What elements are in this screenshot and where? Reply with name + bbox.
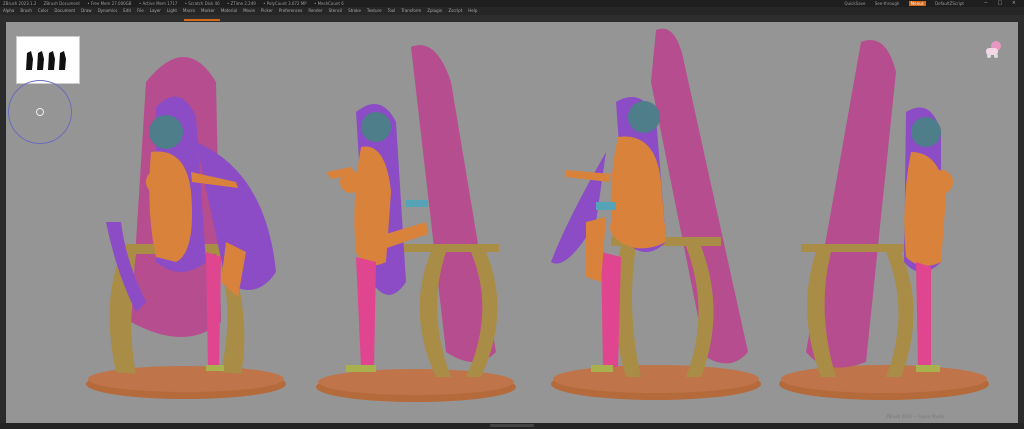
figure-side (316, 45, 516, 402)
head-1 (149, 115, 183, 149)
right-shelf[interactable] (1018, 22, 1024, 423)
default-zscript-button[interactable]: DefaultZScript (935, 1, 964, 6)
stat-active-mem: • Active Mem 1717 (138, 1, 178, 6)
bottom-shelf[interactable] (0, 423, 1024, 429)
menu-item-help[interactable]: Help (468, 8, 477, 13)
stand-top-2 (391, 244, 499, 252)
base-3-top (553, 365, 759, 393)
menu-item-light[interactable]: Light (167, 8, 177, 13)
head-3 (628, 101, 660, 133)
figure-side-2 (779, 40, 989, 400)
menu-item-movie[interactable]: Movie (243, 8, 255, 13)
gizmo-center[interactable] (36, 108, 44, 116)
document-name: ZBrush Document (43, 1, 80, 6)
menu-item-layer[interactable]: Layer (150, 8, 161, 13)
app-name: ZBrush 2023.1.2 (3, 1, 37, 6)
active-menu-indicator (184, 19, 220, 21)
menu-item-edit[interactable]: Edit (123, 8, 131, 13)
menu-item-document[interactable]: Document (54, 8, 75, 13)
menu-item-render[interactable]: Render (308, 8, 322, 13)
floor-watermark: ZBrush 2023 — Figure Studio (886, 414, 945, 419)
arm-3 (566, 170, 611, 182)
stat-meshcount: • MeshCount 6 (313, 1, 344, 6)
menu-item-zscript[interactable]: Zscript (448, 8, 462, 13)
menu-item-picker[interactable]: Picker (261, 8, 273, 13)
menu-item-material[interactable]: Material (221, 8, 237, 13)
leg-4a (916, 262, 931, 367)
stat-scratch: • Scratch Disk 46 (184, 1, 220, 6)
thumbnail-silhouettes (26, 51, 66, 70)
stat-polycount: • PolyCount 3.072 MP (263, 1, 307, 6)
menu-item-marker[interactable]: Marker (201, 8, 215, 13)
canvas-viewport[interactable]: ZBrush 2023 — Figure Studio (6, 22, 1018, 423)
shoe-1 (206, 365, 224, 371)
head-4 (911, 117, 941, 147)
menu-item-preferences[interactable]: Preferences (279, 8, 303, 13)
menu-item-file[interactable]: File (137, 8, 144, 13)
figure-back (551, 28, 761, 400)
shoe-2 (346, 365, 376, 372)
menu-item-zplugin[interactable]: Zplugin (427, 8, 442, 13)
chest-1b (164, 170, 188, 194)
menu-item-draw[interactable]: Draw (81, 8, 91, 13)
stat-ztime: • ZTime 2.249 (226, 1, 256, 6)
see-through-slider[interactable]: See-through (875, 1, 900, 6)
base-2-top (318, 369, 514, 395)
sculpt-scene (86, 28, 989, 402)
navigator-thumbnail[interactable] (16, 36, 80, 84)
stat-free-mem: • Free Mem 27.000GB (87, 1, 132, 6)
hip-3b (637, 212, 665, 242)
menu-bar: Alpha Brush Color Document Draw Dynamics Edit F… (0, 7, 1024, 15)
menu-item-transform[interactable]: Transform (401, 8, 421, 13)
stand-leg-4b (886, 252, 914, 377)
title-bar: ZBrush 2023.1.2 ZBrush Document • Free M… (0, 0, 1024, 7)
leg-1a (206, 252, 221, 367)
menu-item-stroke[interactable]: Stroke (348, 8, 361, 13)
accessory-2 (406, 200, 428, 207)
title-right: QuickSave See-through Menus DefaultZScri… (836, 0, 964, 7)
menu-item-macro[interactable]: Macro (183, 8, 195, 13)
menu-item-alpha[interactable]: Alpha (3, 8, 14, 13)
shoe-4 (916, 365, 940, 372)
leg-2a (356, 257, 376, 367)
chest-4 (929, 170, 953, 194)
menus-button[interactable]: Menus (908, 1, 926, 6)
menu-item-color[interactable]: Color (38, 8, 48, 13)
menu-item-dynamics[interactable]: Dynamics (98, 8, 118, 13)
floor-gizmo-icon[interactable] (982, 40, 1004, 60)
figure-front (86, 57, 286, 399)
menu-item-stencil[interactable]: Stencil (329, 8, 343, 13)
tool-strip (0, 15, 1024, 22)
menu-item-tool[interactable]: Tool (388, 8, 396, 13)
accessory-3 (596, 202, 616, 210)
title-info: ZBrush 2023.1.2 ZBrush Document • Free M… (3, 0, 350, 7)
base-4-top (781, 365, 987, 393)
leg-3a (601, 252, 621, 367)
menu-item-brush[interactable]: Brush (20, 8, 32, 13)
quicksave-button[interactable]: QuickSave (844, 1, 865, 6)
resize-handle[interactable] (490, 424, 534, 427)
shoe-3 (591, 365, 613, 372)
window-controls[interactable]: − □ × (984, 0, 1020, 7)
menu-item-texture[interactable]: Texture (367, 8, 382, 13)
head-2 (361, 112, 391, 142)
